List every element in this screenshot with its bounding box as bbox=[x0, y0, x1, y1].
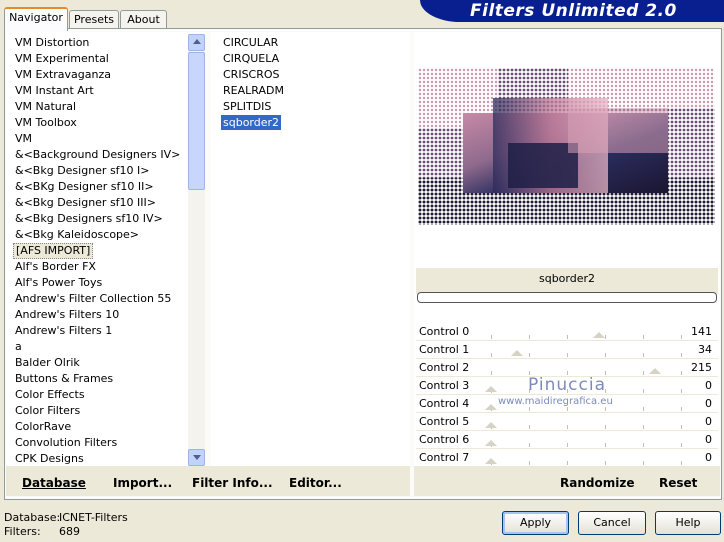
filter-item[interactable]: sqborder2 bbox=[221, 115, 282, 130]
slider-track[interactable] bbox=[491, 335, 686, 339]
filter-info-button[interactable]: Filter Info... bbox=[192, 476, 273, 490]
category-item[interactable]: &<Bkg Designer sf10 III> bbox=[15, 195, 156, 211]
scroll-down-button[interactable] bbox=[188, 449, 205, 466]
category-list[interactable]: VM Distortion VM Experimental VM Extravaga… bbox=[6, 32, 204, 466]
category-item[interactable]: Andrew's Filters 1 bbox=[15, 323, 112, 339]
control-value: 141 bbox=[691, 325, 712, 338]
category-item[interactable]: Balder Olrik bbox=[15, 355, 80, 371]
control-label: Control 4 bbox=[419, 397, 470, 410]
category-item[interactable]: ColorRave bbox=[15, 419, 71, 435]
control-slider-row[interactable]: Control 0 141 bbox=[416, 323, 718, 341]
control-slider-row[interactable]: Control 7 0 bbox=[416, 449, 718, 467]
status-database-label: Database: bbox=[4, 511, 61, 524]
control-label: Control 5 bbox=[419, 415, 470, 428]
apply-button[interactable]: Apply bbox=[502, 511, 569, 535]
editor-button[interactable]: Editor... bbox=[289, 476, 342, 490]
category-item[interactable]: Andrew's Filters 10 bbox=[15, 307, 119, 323]
progress-bar bbox=[417, 292, 717, 303]
cancel-button[interactable]: Cancel bbox=[578, 511, 646, 535]
category-item[interactable]: &<BKg Designer sf10 II> bbox=[15, 179, 154, 195]
category-item[interactable]: VM Experimental bbox=[15, 51, 109, 67]
category-item[interactable]: Andrew's Filter Collection 55 bbox=[15, 291, 171, 307]
category-item[interactable]: VM bbox=[15, 131, 32, 147]
slider-thumb[interactable] bbox=[511, 350, 523, 356]
slider-track[interactable] bbox=[491, 461, 686, 465]
scroll-thumb[interactable] bbox=[188, 52, 205, 190]
control-slider-row[interactable]: Control 5 0 bbox=[416, 413, 718, 431]
category-item[interactable]: &<Background Designers IV> bbox=[15, 147, 180, 163]
slider-track[interactable] bbox=[491, 407, 686, 411]
control-value: 34 bbox=[698, 343, 712, 356]
category-item[interactable]: &<Bkg Kaleidoscope> bbox=[15, 227, 139, 243]
category-item[interactable]: &<Bkg Designer sf10 I> bbox=[15, 163, 150, 179]
filter-preview-image bbox=[418, 68, 715, 235]
status-database-value: ICNET-Filters bbox=[59, 511, 128, 524]
watermark-url: www.maidiregrafica.eu bbox=[498, 396, 613, 407]
filter-list[interactable]: CIRCULAR CIRQUELA CRISCROS REALRADM SPLITDIS… bbox=[211, 32, 410, 466]
control-label: Control 0 bbox=[419, 325, 470, 338]
help-button[interactable]: Help bbox=[655, 511, 721, 535]
control-value: 0 bbox=[705, 433, 712, 446]
database-button[interactable]: Database bbox=[22, 476, 86, 490]
category-item[interactable]: VM Extravaganza bbox=[15, 67, 111, 83]
slider-track[interactable] bbox=[491, 443, 686, 447]
status-filters-label: Filters: bbox=[4, 525, 41, 538]
status-filters-value: 689 bbox=[59, 525, 80, 538]
filter-item[interactable]: REALRADM bbox=[223, 83, 284, 98]
watermark-name: Pinuccia bbox=[528, 375, 606, 395]
slider-thumb[interactable] bbox=[485, 440, 497, 446]
category-item[interactable]: [AFS IMPORT] bbox=[13, 243, 94, 259]
tab-navigator[interactable]: Navigator bbox=[4, 7, 68, 31]
slider-track[interactable] bbox=[491, 425, 686, 429]
control-slider-row[interactable]: Control 1 34 bbox=[416, 341, 718, 359]
tab-presets[interactable]: Presets bbox=[69, 10, 119, 29]
category-item[interactable]: Alf's Border FX bbox=[15, 259, 96, 275]
control-value: 0 bbox=[705, 451, 712, 464]
category-item[interactable]: Buttons & Frames bbox=[15, 371, 113, 387]
category-scrollbar[interactable] bbox=[188, 34, 205, 466]
control-slider-row[interactable]: Control 6 0 bbox=[416, 431, 718, 449]
category-item[interactable]: Alf's Power Toys bbox=[15, 275, 102, 291]
filter-item[interactable]: CIRCULAR bbox=[223, 35, 278, 50]
control-label: Control 2 bbox=[419, 361, 470, 374]
slider-thumb[interactable] bbox=[592, 332, 605, 338]
import-button[interactable]: Import... bbox=[113, 476, 172, 490]
category-item[interactable]: VM Instant Art bbox=[15, 83, 94, 99]
category-item[interactable]: Convolution Filters bbox=[15, 435, 117, 451]
control-label: Control 7 bbox=[419, 451, 470, 464]
category-item[interactable]: VM Toolbox bbox=[15, 115, 77, 131]
control-value: 215 bbox=[691, 361, 712, 374]
tab-about[interactable]: About bbox=[120, 10, 167, 29]
app-title: Filters Unlimited 2.0 bbox=[470, 1, 677, 21]
filter-item[interactable]: CIRQUELA bbox=[223, 51, 279, 66]
control-value: 0 bbox=[705, 397, 712, 410]
slider-thumb[interactable] bbox=[649, 368, 662, 374]
selected-filter-name: sqborder2 bbox=[538, 272, 596, 285]
category-item[interactable]: CPK Designs bbox=[15, 451, 84, 466]
category-item[interactable]: a bbox=[15, 339, 22, 355]
slider-thumb[interactable] bbox=[485, 404, 497, 410]
randomize-button[interactable]: Randomize bbox=[560, 476, 634, 490]
slider-thumb[interactable] bbox=[485, 458, 497, 464]
slider-thumb[interactable] bbox=[485, 386, 497, 392]
control-value: 0 bbox=[705, 379, 712, 392]
control-label: Control 3 bbox=[419, 379, 470, 392]
category-item[interactable]: Color Effects bbox=[15, 387, 85, 403]
category-item[interactable]: &<Bkg Designers sf10 IV> bbox=[15, 211, 163, 227]
category-item[interactable]: VM Natural bbox=[15, 99, 76, 115]
filter-item[interactable]: CRISCROS bbox=[223, 67, 280, 82]
reset-button[interactable]: Reset bbox=[659, 476, 697, 490]
category-item[interactable]: VM Distortion bbox=[15, 35, 89, 51]
control-label: Control 1 bbox=[419, 343, 470, 356]
category-item[interactable]: Color Filters bbox=[15, 403, 80, 419]
scroll-up-button[interactable] bbox=[188, 34, 205, 51]
control-label: Control 6 bbox=[419, 433, 470, 446]
filter-item[interactable]: SPLITDIS bbox=[223, 99, 271, 114]
control-value: 0 bbox=[705, 415, 712, 428]
slider-thumb[interactable] bbox=[485, 422, 497, 428]
